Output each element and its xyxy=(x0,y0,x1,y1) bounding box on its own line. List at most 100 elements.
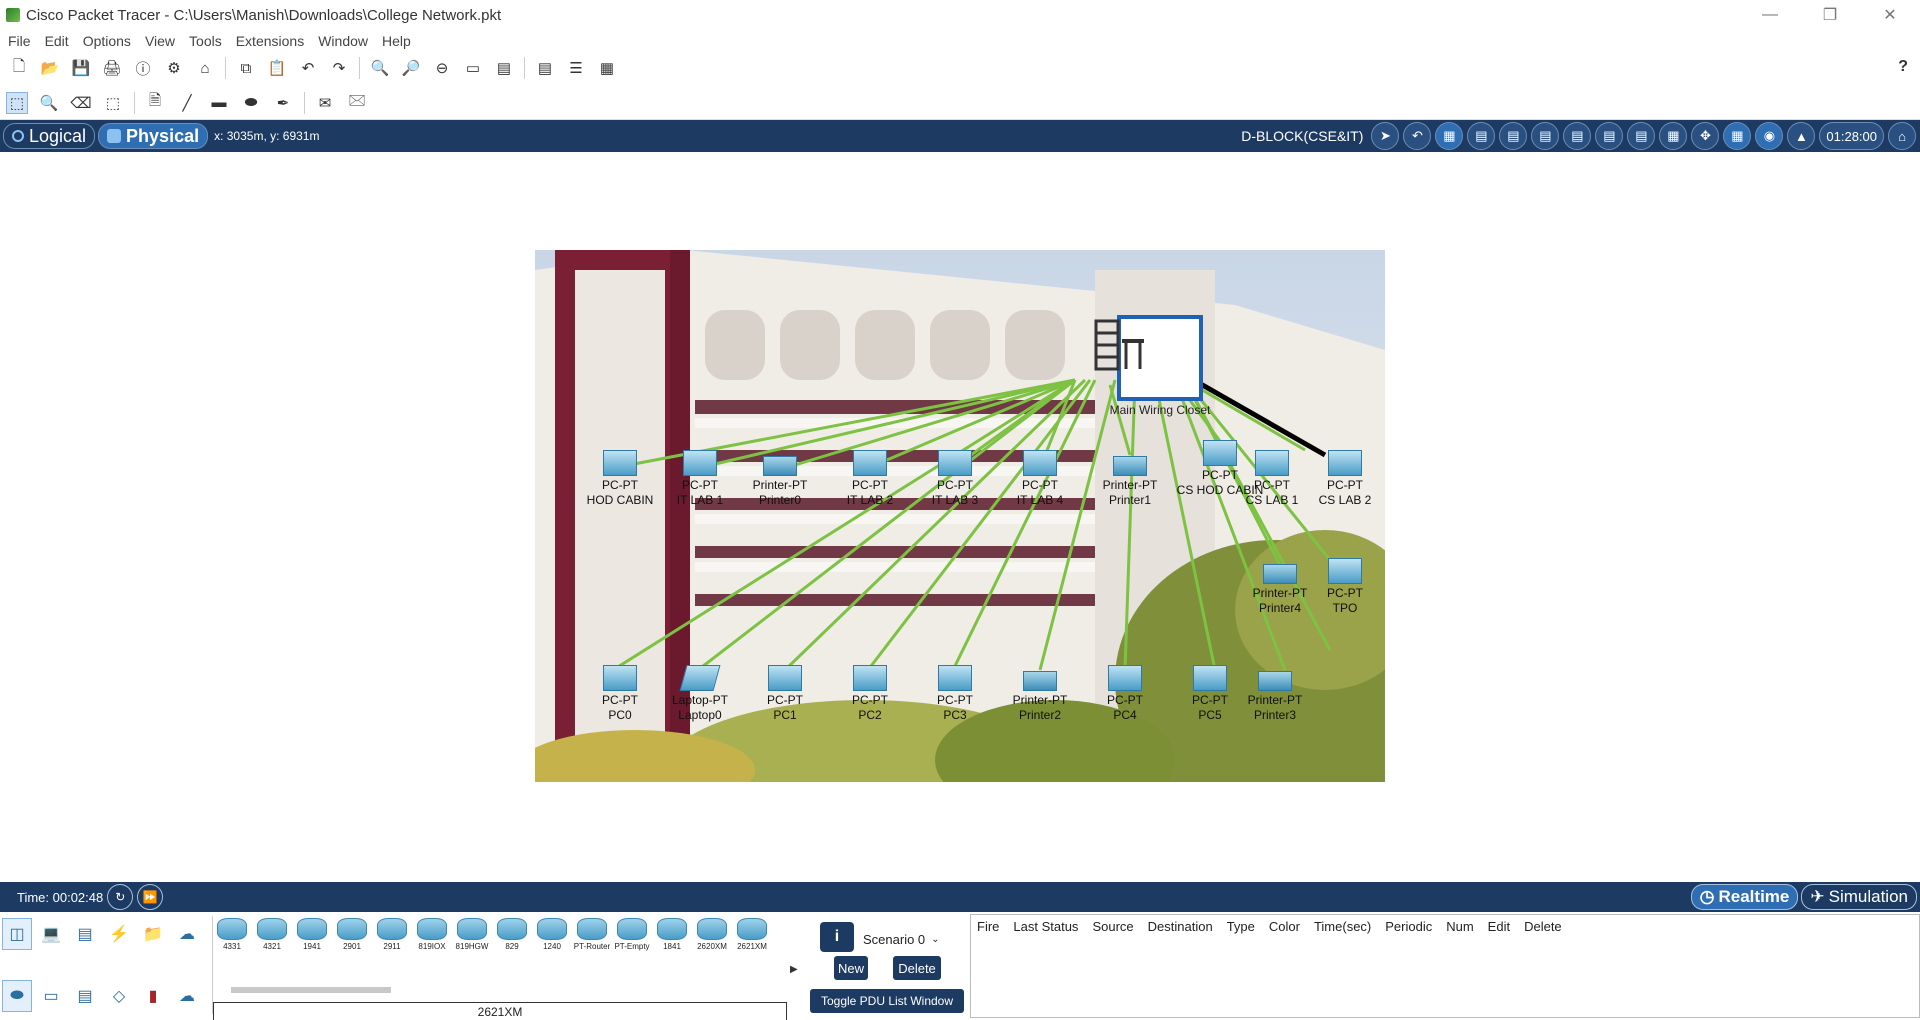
wireless-icon[interactable]: ◉ xyxy=(1755,122,1784,150)
new-building-icon[interactable]: ▦ xyxy=(1435,122,1464,150)
menu-edit[interactable]: Edit xyxy=(45,33,69,49)
device-pc4[interactable]: PC-PT PC4 xyxy=(1080,665,1170,723)
line-icon[interactable]: ╱ xyxy=(176,92,198,114)
add-complex-pdu-icon[interactable]: 🖂 xyxy=(346,92,368,114)
navigation-icon[interactable]: ➤ xyxy=(1371,122,1400,150)
device-cs-lab-1[interactable]: PC-PT CS LAB 1 xyxy=(1237,450,1307,508)
open-icon[interactable]: 📂 xyxy=(39,57,61,79)
device-printer2[interactable]: Printer-PT Printer2 xyxy=(995,665,1085,723)
new-desk-icon[interactable]: ▤ xyxy=(1595,122,1624,150)
menu-view[interactable]: View xyxy=(145,33,175,49)
close-icon[interactable]: ✕ xyxy=(1860,0,1920,30)
back-icon[interactable]: ↶ xyxy=(1403,122,1432,150)
device-printer0[interactable]: Printer-PT Printer0 xyxy=(735,450,825,508)
new-closet-icon[interactable]: ▤ xyxy=(1467,122,1496,150)
scenario-info-icon[interactable]: i xyxy=(820,922,854,952)
power-cycle-icon[interactable]: ↻ xyxy=(107,884,134,910)
print-icon[interactable]: 🖨 xyxy=(101,57,123,79)
routers-icon[interactable]: ⬬ xyxy=(2,980,32,1012)
menu-options[interactable]: Options xyxy=(83,33,131,49)
menu-tools[interactable]: Tools xyxy=(189,33,222,49)
clock-icon[interactable]: 01:28:00 xyxy=(1819,122,1884,150)
tab-logical[interactable]: Logical xyxy=(3,123,96,149)
minimize-icon[interactable]: — xyxy=(1740,0,1800,30)
device-printer4[interactable]: Printer-PT Printer4 xyxy=(1245,558,1315,616)
model-819hgw[interactable]: 819HGW xyxy=(453,916,491,954)
notes-icon[interactable]: ▤ xyxy=(534,57,556,79)
device-tpo[interactable]: PC-PT TPO xyxy=(1310,558,1380,616)
device-hod-cabin[interactable]: PC-PT HOD CABIN xyxy=(575,450,665,508)
switches-icon[interactable]: ▭ xyxy=(36,980,66,1012)
security-icon[interactable]: ▮ xyxy=(138,980,168,1012)
set-tiled-background-icon[interactable]: ▦ xyxy=(1723,122,1752,150)
background-image-icon[interactable]: ▲ xyxy=(1787,122,1816,150)
new-city-icon[interactable]: ▤ xyxy=(1563,122,1592,150)
device-pc1[interactable]: PC-PT PC1 xyxy=(740,665,830,723)
device-pc2[interactable]: PC-PT PC2 xyxy=(825,665,915,723)
model-2911[interactable]: 2911 xyxy=(373,916,411,954)
menu-window[interactable]: Window xyxy=(318,33,368,49)
model-1240[interactable]: 1240 xyxy=(533,916,571,954)
add-simple-pdu-icon[interactable]: ✉ xyxy=(314,92,336,114)
delete-icon[interactable]: ⌫ xyxy=(70,92,92,114)
home-icon[interactable]: ⌂ xyxy=(1888,122,1916,150)
model-2620xm[interactable]: 2620XM xyxy=(693,916,731,954)
zoom-in-icon[interactable]: 🔍 xyxy=(369,57,391,79)
copy-icon[interactable]: ⧉ xyxy=(235,57,257,79)
model-829[interactable]: 829 xyxy=(493,916,531,954)
custom-device-icon[interactable]: ▤ xyxy=(493,57,515,79)
device-cs-lab-2[interactable]: PC-PT CS LAB 2 xyxy=(1310,450,1380,508)
wizard-icon[interactable]: ⚙ xyxy=(163,57,185,79)
network-devices-icon[interactable]: ◫ xyxy=(2,918,32,950)
info-icon[interactable]: ⓘ xyxy=(132,57,154,79)
device-pc0[interactable]: PC-PT PC0 xyxy=(575,665,665,723)
tab-realtime[interactable]: ◷ Realtime xyxy=(1690,884,1799,910)
device-it-lab-4[interactable]: PC-PT IT LAB 4 xyxy=(995,450,1085,508)
wireless-devices-icon[interactable]: ◇ xyxy=(104,980,134,1012)
zoom-reset-icon[interactable]: 🔎 xyxy=(400,57,422,79)
help-icon[interactable]: ? xyxy=(1898,58,1908,76)
delete-scenario-button[interactable]: Delete xyxy=(893,956,941,980)
restore-icon[interactable]: ❐ xyxy=(1800,0,1860,30)
viewport-icon[interactable]: ▦ xyxy=(596,57,618,79)
menu-file[interactable]: File xyxy=(8,33,31,49)
rectangle-icon[interactable]: ▬ xyxy=(208,92,230,114)
note-icon[interactable]: 🗎 xyxy=(144,92,166,114)
device-it-lab-1[interactable]: PC-PT IT LAB 1 xyxy=(655,450,745,508)
paste-icon[interactable]: 📋 xyxy=(266,57,288,79)
device-it-lab-2[interactable]: PC-PT IT LAB 2 xyxy=(825,450,915,508)
horizontal-scrollbar[interactable] xyxy=(231,987,391,993)
model-819iox[interactable]: 819IOX xyxy=(413,916,451,954)
scenario-select[interactable]: Scenario 0 ⌄ xyxy=(863,928,963,950)
physical-workspace[interactable]: Main Wiring Closet PC-PT HOD CABIN PC-PT… xyxy=(0,152,1920,882)
cable-manager-icon[interactable]: ▤ xyxy=(1627,122,1656,150)
cluster-icon[interactable]: ☰ xyxy=(565,57,587,79)
tab-simulation[interactable]: ✈ Simulation xyxy=(1801,884,1917,910)
connections-icon[interactable]: ⚡ xyxy=(104,918,134,950)
redo-icon[interactable]: ↷ xyxy=(328,57,350,79)
menu-extensions[interactable]: Extensions xyxy=(236,33,304,49)
undo-icon[interactable]: ↶ xyxy=(297,57,319,79)
components-icon[interactable]: ▤ xyxy=(70,918,100,950)
freeform-icon[interactable]: ✒ xyxy=(272,92,294,114)
model-1841[interactable]: 1841 xyxy=(653,916,691,954)
model-2621xm[interactable]: 2621XM xyxy=(733,916,771,954)
drawing-palette-icon[interactable]: ▭ xyxy=(462,57,484,79)
device-printer3[interactable]: Printer-PT Printer3 xyxy=(1240,665,1310,723)
model-4331[interactable]: 4331 xyxy=(213,916,251,954)
device-it-lab-3[interactable]: PC-PT IT LAB 3 xyxy=(910,450,1000,508)
model-4321[interactable]: 4321 xyxy=(253,916,291,954)
device-laptop0[interactable]: Laptop-PT Laptop0 xyxy=(655,665,745,723)
model-pt-empty[interactable]: PT-Empty xyxy=(613,916,651,954)
expand-arrow-icon[interactable]: ▶ xyxy=(790,964,798,975)
end-devices-icon[interactable]: 💻 xyxy=(36,918,66,950)
multiuser-icon[interactable]: ☁ xyxy=(172,918,202,950)
wan-emulation-icon[interactable]: ☁ xyxy=(172,980,202,1012)
zoom-out-icon[interactable]: ⊖ xyxy=(431,57,453,79)
inspect-icon[interactable]: 🔍 xyxy=(38,92,60,114)
main-wiring-closet[interactable]: Main Wiring Closet xyxy=(1090,315,1230,417)
device-pc3[interactable]: PC-PT PC3 xyxy=(910,665,1000,723)
hubs-icon[interactable]: ▤ xyxy=(70,980,100,1012)
select-icon[interactable]: ⬚ xyxy=(6,91,28,114)
model-1941[interactable]: 1941 xyxy=(293,916,331,954)
